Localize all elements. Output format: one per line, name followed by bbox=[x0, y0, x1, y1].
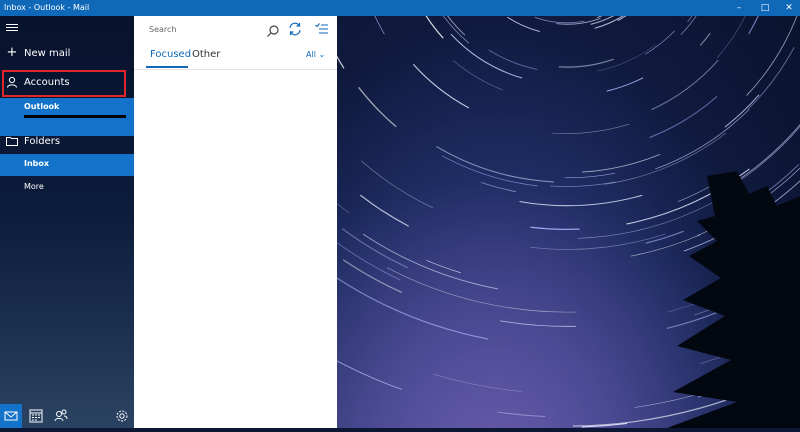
account-name: Outlook bbox=[24, 102, 60, 111]
close-button[interactable]: ✕ bbox=[776, 0, 800, 16]
filter-dropdown[interactable]: All ⌄ bbox=[306, 50, 325, 59]
more-folders-link[interactable]: More bbox=[24, 182, 44, 191]
redacted-email bbox=[24, 115, 126, 118]
new-mail-label: New mail bbox=[24, 48, 71, 59]
highlight-box bbox=[2, 70, 126, 97]
folder-icon bbox=[6, 135, 18, 147]
settings-icon[interactable] bbox=[111, 404, 133, 428]
inbox-label: Inbox bbox=[24, 159, 50, 168]
plus-icon: + bbox=[6, 45, 18, 60]
message-list-pane: Search Focused Other All ⌄ bbox=[134, 16, 337, 428]
bottom-bar bbox=[0, 404, 134, 428]
chevron-down-icon: ⌄ bbox=[318, 50, 326, 59]
sync-icon[interactable] bbox=[287, 21, 303, 37]
mail-icon[interactable] bbox=[0, 404, 22, 428]
tab-other[interactable]: Other bbox=[192, 49, 220, 60]
navigation-pane: + New mail Accounts Outlook Folders Inbo… bbox=[0, 16, 134, 428]
maximize-button[interactable]: □ bbox=[752, 0, 778, 16]
tab-selection-indicator bbox=[146, 66, 188, 68]
title-bar: Inbox - Outlook - Mail – □ ✕ bbox=[0, 0, 800, 16]
window-title: Inbox - Outlook - Mail bbox=[4, 3, 90, 12]
new-mail-button[interactable]: + New mail bbox=[0, 42, 134, 66]
hamburger-icon[interactable] bbox=[6, 22, 18, 34]
calendar-icon[interactable] bbox=[25, 404, 47, 428]
star-trails-image bbox=[337, 16, 800, 428]
search-input[interactable]: Search bbox=[142, 18, 282, 42]
people-icon[interactable] bbox=[50, 404, 72, 428]
folder-item-inbox[interactable]: Inbox bbox=[0, 154, 134, 176]
tab-focused[interactable]: Focused bbox=[150, 49, 191, 60]
search-icon[interactable] bbox=[266, 23, 280, 37]
selection-mode-icon[interactable] bbox=[314, 21, 330, 37]
folders-label: Folders bbox=[24, 136, 61, 147]
folders-button[interactable]: Folders bbox=[0, 130, 134, 154]
reading-pane-background bbox=[337, 16, 800, 428]
search-placeholder: Search bbox=[149, 25, 177, 34]
filter-label: All bbox=[306, 50, 316, 59]
minimize-button[interactable]: – bbox=[726, 0, 752, 16]
divider bbox=[134, 69, 337, 70]
